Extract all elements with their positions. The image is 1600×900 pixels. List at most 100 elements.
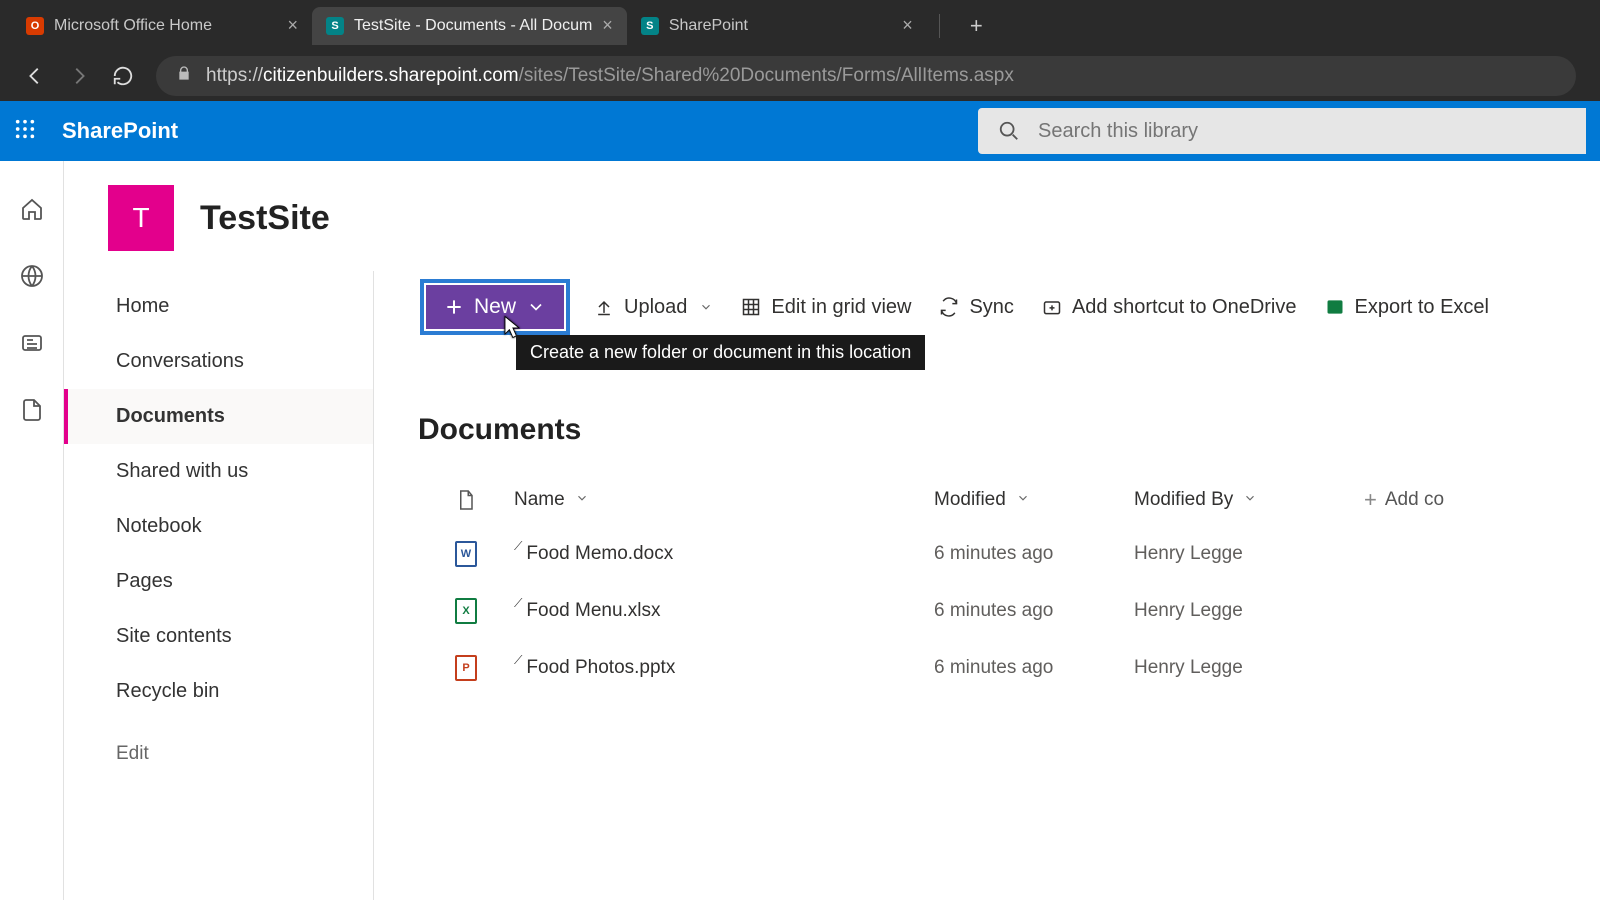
nav-conversations[interactable]: Conversations bbox=[64, 334, 373, 389]
lock-icon bbox=[176, 65, 192, 87]
sync-button[interactable]: Sync bbox=[935, 290, 1017, 325]
new-button-tooltip: Create a new folder or document in this … bbox=[516, 335, 925, 370]
tab-sharepoint[interactable]: S SharePoint × bbox=[627, 7, 927, 45]
col-name[interactable]: Name bbox=[514, 489, 934, 511]
search-box[interactable] bbox=[978, 108, 1586, 154]
nav-shared-with-us[interactable]: Shared with us bbox=[64, 444, 373, 499]
col-modified-by-label: Modified By bbox=[1134, 489, 1233, 511]
file-name: Food Photos.pptx bbox=[526, 657, 675, 679]
tab-testsite[interactable]: S TestSite - Documents - All Docum × bbox=[312, 7, 627, 45]
edit-grid-label: Edit in grid view bbox=[771, 296, 911, 319]
tab-title: TestSite - Documents - All Docum bbox=[354, 17, 592, 35]
tab-office[interactable]: O Microsoft Office Home × bbox=[12, 7, 312, 45]
modified-by-cell: Henry Legge bbox=[1134, 543, 1364, 565]
content-row: Home Conversations Documents Shared with… bbox=[64, 271, 1600, 900]
file-name-cell[interactable]: ⟋Food Photos.pptx bbox=[514, 657, 934, 679]
close-icon[interactable]: × bbox=[902, 15, 913, 36]
nav-pages[interactable]: Pages bbox=[64, 554, 373, 609]
url-scheme: https:// bbox=[206, 65, 263, 86]
upload-button[interactable]: Upload bbox=[590, 290, 717, 325]
file-name: Food Menu.xlsx bbox=[526, 600, 660, 622]
news-icon[interactable] bbox=[20, 331, 44, 360]
sync-label: Sync bbox=[969, 296, 1013, 319]
close-icon[interactable]: × bbox=[602, 15, 613, 36]
file-name-cell[interactable]: ⟋Food Menu.xlsx bbox=[514, 600, 934, 622]
app-body: T TestSite Home Conversations Documents … bbox=[0, 161, 1600, 900]
favicon-sharepoint: S bbox=[641, 17, 659, 35]
col-name-label: Name bbox=[514, 489, 565, 511]
export-excel-label: Export to Excel bbox=[1355, 296, 1490, 319]
table-row[interactable]: X ⟋Food Menu.xlsx 6 minutes ago Henry Le… bbox=[418, 582, 1600, 639]
sync-icon bbox=[939, 297, 959, 317]
col-modified[interactable]: Modified bbox=[934, 489, 1134, 511]
nav-recycle-bin[interactable]: Recycle bin bbox=[64, 664, 373, 719]
side-nav: Home Conversations Documents Shared with… bbox=[64, 271, 374, 900]
new-indicator-icon: ⟋ bbox=[514, 539, 522, 554]
suite-header: SharePoint bbox=[0, 101, 1600, 161]
new-button[interactable]: New bbox=[426, 285, 564, 329]
files-icon[interactable] bbox=[20, 398, 44, 427]
upload-label: Upload bbox=[624, 296, 687, 319]
tab-strip: O Microsoft Office Home × S TestSite - D… bbox=[0, 0, 1600, 51]
shortcut-icon bbox=[1042, 297, 1062, 317]
forward-button[interactable] bbox=[68, 65, 90, 87]
library-heading: Documents bbox=[418, 413, 1600, 447]
add-column-label: Add co bbox=[1385, 489, 1444, 511]
favicon-sharepoint: S bbox=[326, 17, 344, 35]
chevron-down-icon bbox=[1016, 489, 1030, 511]
col-modified-by[interactable]: Modified By bbox=[1134, 489, 1364, 511]
site-header: T TestSite bbox=[64, 161, 1600, 271]
file-icon-ppt: P bbox=[418, 655, 514, 681]
file-icon-excel: X bbox=[418, 598, 514, 624]
add-shortcut-button[interactable]: Add shortcut to OneDrive bbox=[1038, 290, 1301, 325]
add-column-button[interactable]: + Add co bbox=[1364, 487, 1600, 513]
col-filetype[interactable] bbox=[418, 489, 514, 511]
browser-chrome: O Microsoft Office Home × S TestSite - D… bbox=[0, 0, 1600, 101]
upload-icon bbox=[594, 297, 614, 317]
grid-icon bbox=[741, 297, 761, 317]
nav-notebook[interactable]: Notebook bbox=[64, 499, 373, 554]
modified-cell: 6 minutes ago bbox=[934, 657, 1134, 679]
plus-icon bbox=[444, 297, 464, 317]
reload-button[interactable] bbox=[112, 65, 134, 87]
table-row[interactable]: P ⟋Food Photos.pptx 6 minutes ago Henry … bbox=[418, 639, 1600, 696]
back-button[interactable] bbox=[24, 65, 46, 87]
nav-edit[interactable]: Edit bbox=[64, 727, 373, 781]
left-rail bbox=[0, 161, 64, 900]
site-logo: T bbox=[108, 185, 174, 251]
nav-documents[interactable]: Documents bbox=[64, 389, 373, 444]
new-indicator-icon: ⟋ bbox=[514, 596, 522, 611]
globe-icon[interactable] bbox=[20, 264, 44, 293]
address-bar: https://citizenbuilders.sharepoint.com/s… bbox=[0, 51, 1600, 101]
brand-label: SharePoint bbox=[62, 118, 178, 144]
url-host: citizenbuilders.sharepoint.com bbox=[263, 65, 519, 86]
table-header: Name Modified Modified By + Add co bbox=[418, 475, 1600, 525]
file-icon bbox=[457, 489, 475, 511]
file-icon-word: W bbox=[418, 541, 514, 567]
table-row[interactable]: W ⟋Food Memo.docx 6 minutes ago Henry Le… bbox=[418, 525, 1600, 582]
site-title: TestSite bbox=[200, 199, 330, 238]
app-launcher-icon[interactable] bbox=[14, 118, 36, 145]
file-name: Food Memo.docx bbox=[526, 543, 673, 565]
document-area: New Upload Edit in grid view bbox=[374, 271, 1600, 900]
new-label: New bbox=[474, 295, 516, 319]
nav-site-contents[interactable]: Site contents bbox=[64, 609, 373, 664]
main-area: T TestSite Home Conversations Documents … bbox=[64, 161, 1600, 900]
edit-grid-button[interactable]: Edit in grid view bbox=[737, 290, 915, 325]
home-icon[interactable] bbox=[20, 197, 44, 226]
new-button-highlight: New bbox=[420, 279, 570, 335]
new-indicator-icon: ⟋ bbox=[514, 653, 522, 668]
export-excel-button[interactable]: Export to Excel bbox=[1321, 290, 1494, 325]
chevron-down-icon bbox=[575, 489, 589, 511]
plus-icon: + bbox=[1364, 487, 1377, 513]
close-icon[interactable]: × bbox=[287, 15, 298, 36]
col-modified-label: Modified bbox=[934, 489, 1006, 511]
url-text: https://citizenbuilders.sharepoint.com/s… bbox=[206, 65, 1014, 87]
url-field[interactable]: https://citizenbuilders.sharepoint.com/s… bbox=[156, 56, 1576, 96]
command-bar: New Upload Edit in grid view bbox=[418, 271, 1600, 343]
modified-by-cell: Henry Legge bbox=[1134, 600, 1364, 622]
file-name-cell[interactable]: ⟋Food Memo.docx bbox=[514, 543, 934, 565]
new-tab-button[interactable]: + bbox=[970, 13, 983, 39]
nav-home[interactable]: Home bbox=[64, 279, 373, 334]
search-input[interactable] bbox=[1038, 120, 1566, 143]
